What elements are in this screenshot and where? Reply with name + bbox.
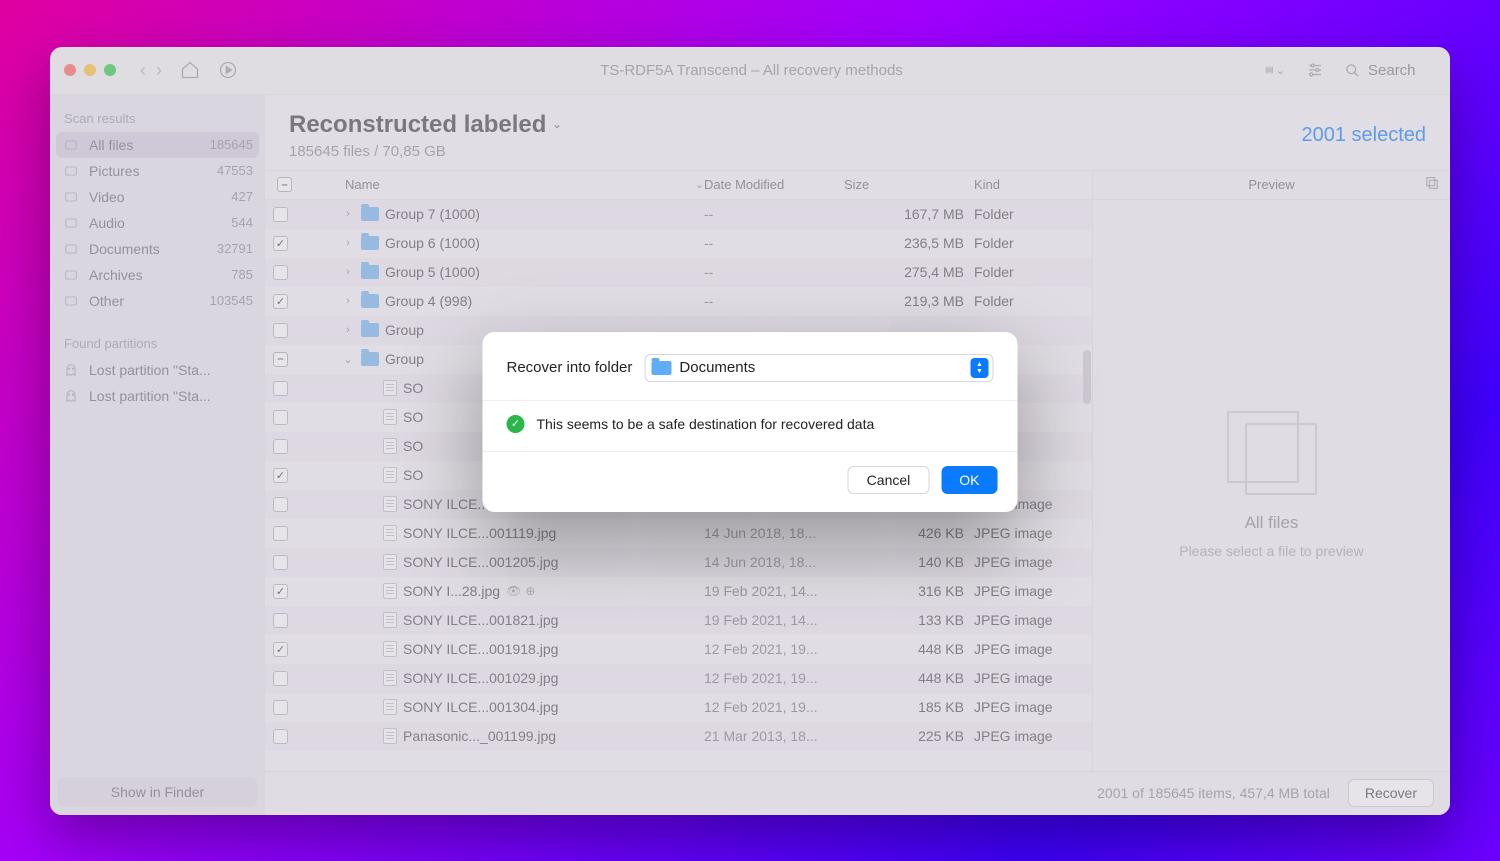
recover-modal: Recover into folder Documents ▲▼ ✓ This … — [483, 332, 1018, 512]
modal-label: Recover into folder — [507, 359, 633, 376]
checkmark-circle-icon: ✓ — [507, 415, 525, 433]
app-window: ‹ › TS-RDF5A Transcend – All recovery me… — [50, 47, 1450, 815]
cancel-button[interactable]: Cancel — [848, 466, 930, 494]
destination-folder-name: Documents — [679, 359, 962, 376]
destination-dropdown[interactable]: Documents ▲▼ — [644, 354, 993, 382]
modal-message: This seems to be a safe destination for … — [537, 416, 875, 432]
dropdown-arrows-icon: ▲▼ — [971, 358, 989, 378]
folder-icon — [651, 361, 671, 375]
ok-button[interactable]: OK — [941, 466, 997, 494]
